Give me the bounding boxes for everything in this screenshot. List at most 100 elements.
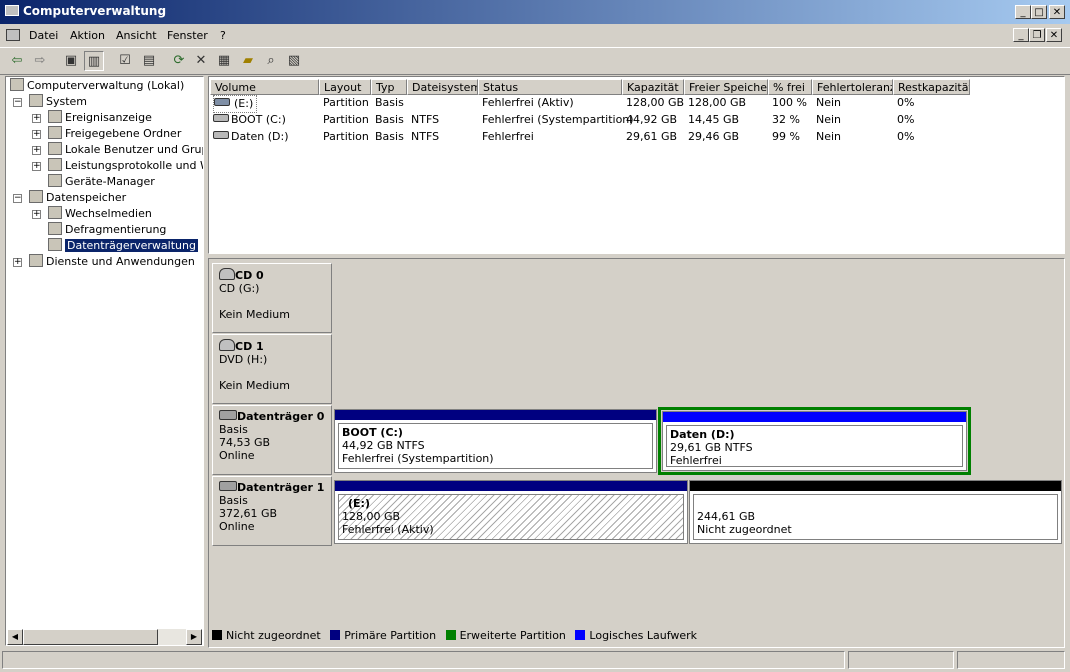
volume-boot-c-body: BOOT (C:) 44,92 GB NTFS Fehlerfrei (Syst… — [338, 423, 653, 469]
collapse-system-button[interactable]: − — [13, 98, 22, 107]
checklist-icon[interactable]: ▦ — [214, 51, 234, 71]
computer-icon — [5, 5, 19, 16]
title-bar[interactable]: Computerverwaltung _ □ ✕ — [0, 0, 1070, 24]
minimize-button[interactable]: _ — [1015, 5, 1031, 19]
tree-item-local-users[interactable]: Lokale Benutzer und Gruppe — [48, 142, 203, 158]
col-fehlertoleranz[interactable]: Fehlertoleranz — [812, 79, 893, 95]
tree-item-performance-logs[interactable]: Leistungsprotokolle und War — [48, 158, 203, 174]
tree-item-removable-media[interactable]: Wechselmedien — [48, 206, 152, 222]
scroll-right-button[interactable]: ▶ — [186, 629, 202, 645]
table-cell: Basis — [375, 113, 404, 126]
expand-services-button[interactable]: + — [13, 258, 22, 267]
event-viewer-icon — [48, 110, 62, 123]
col-layout[interactable]: Layout — [319, 79, 371, 95]
table-cell: Nein — [816, 113, 842, 126]
disk-label-disk0[interactable]: Datenträger 0 Basis 74,53 GB Online — [212, 405, 332, 475]
tree-item-defrag[interactable]: Defragmentierung — [48, 222, 166, 238]
tree-item-ereignisanzeige[interactable]: Ereignisanzeige — [48, 110, 152, 126]
disk-management-icon — [48, 238, 62, 251]
close-button[interactable]: ✕ — [1049, 5, 1065, 19]
status-pane-2 — [848, 651, 954, 669]
table-cell: (E:) — [213, 95, 257, 113]
tree-root[interactable]: Computerverwaltung (Lokal) — [10, 78, 184, 94]
mmc-icon — [6, 29, 20, 41]
table-cell: Fehlerfrei (Systempartition) — [482, 113, 634, 126]
show-tree-icon[interactable]: ▥ — [84, 51, 104, 71]
menu-ansicht[interactable]: Ansicht — [116, 29, 157, 42]
defrag-icon — [48, 222, 62, 235]
expand-users-button[interactable]: + — [32, 146, 41, 155]
scroll-thumb[interactable] — [23, 629, 158, 645]
col-dateisystem[interactable]: Dateisystem — [407, 79, 478, 95]
storage-icon — [29, 190, 43, 203]
child-minimize-button[interactable]: _ — [1013, 28, 1029, 42]
tree-item-storage[interactable]: Datenspeicher — [29, 190, 126, 206]
tree-horizontal-scrollbar[interactable]: ◀ ▶ — [7, 629, 202, 645]
expand-removable-button[interactable]: + — [32, 210, 41, 219]
tree-item-device-manager[interactable]: Geräte-Manager — [48, 174, 155, 190]
properties-icon[interactable]: ☑ — [115, 51, 135, 71]
col-status[interactable]: Status — [478, 79, 622, 95]
col-prozent-frei[interactable]: % frei — [768, 79, 812, 95]
disk-properties-icon[interactable]: ▧ — [284, 51, 304, 71]
toolbar: ⇦ ⇨ ▣ ▥ ☑ ▤ ⟳ ✕ ▦ ▰ ⌕ ▧ — [0, 47, 1070, 75]
removable-media-icon — [48, 206, 62, 219]
disk-area-cd0[interactable] — [333, 263, 1060, 333]
child-restore-button[interactable]: ❐ — [1029, 28, 1045, 42]
disk-label-cd0[interactable]: CD 0 CD (G:) Kein Medium — [212, 263, 332, 333]
maximize-button[interactable]: □ — [1031, 5, 1047, 19]
scroll-left-button[interactable]: ◀ — [7, 629, 23, 645]
col-restkapazitaet[interactable]: Restkapazität — [893, 79, 970, 95]
collapse-storage-button[interactable]: − — [13, 194, 22, 203]
primary-partition-bar — [335, 410, 656, 420]
help-icon[interactable]: ▤ — [139, 51, 159, 71]
col-freier-speicher[interactable]: Freier Speicher — [684, 79, 768, 95]
disk-icon — [213, 131, 229, 139]
legend-item-primary: Primäre Partition — [330, 629, 436, 642]
extended-partition-frame[interactable]: Daten (D:) 29,61 GB NTFS Fehlerfrei — [658, 407, 971, 475]
expand-freigegebene-button[interactable]: + — [32, 130, 41, 139]
menu-aktion[interactable]: Aktion — [70, 29, 105, 42]
col-kapazitaet[interactable]: Kapazität — [622, 79, 684, 95]
primary-partition-bar — [335, 481, 687, 491]
back-arrow-icon[interactable]: ⇦ — [7, 51, 27, 71]
disk-area-cd1[interactable] — [333, 334, 1060, 404]
cd-drive-icon — [219, 339, 235, 351]
table-cell: Nein — [816, 130, 842, 143]
disk-label-disk1[interactable]: Datenträger 1 Basis 372,61 GB Online — [212, 476, 332, 546]
col-volume[interactable]: Volume — [210, 79, 319, 95]
tree-item-system[interactable]: System — [29, 94, 87, 110]
search-icon[interactable]: ⌕ — [261, 51, 281, 71]
volume-boot-c[interactable]: BOOT (C:) 44,92 GB NTFS Fehlerfrei (Syst… — [334, 409, 657, 473]
disk-label-cd1[interactable]: CD 1 DVD (H:) Kein Medium — [212, 334, 332, 404]
open-folder-icon[interactable]: ▰ — [238, 51, 258, 71]
computer-icon — [10, 78, 24, 91]
menu-help[interactable]: ? — [220, 29, 226, 42]
table-cell: 128,00 GB — [688, 96, 747, 109]
expand-performance-button[interactable]: + — [32, 162, 41, 171]
menu-datei[interactable]: Datei — [29, 29, 58, 42]
table-cell: Fehlerfrei — [482, 130, 534, 143]
tree-item-shared-folders[interactable]: Freigegebene Ordner — [48, 126, 181, 142]
volume-e[interactable]: (E:) 128,00 GB Fehlerfrei (Aktiv) — [334, 480, 688, 544]
table-cell: NTFS — [411, 113, 440, 126]
forward-arrow-icon[interactable]: ⇨ — [30, 51, 50, 71]
table-cell: Partition — [323, 130, 369, 143]
child-close-button[interactable]: ✕ — [1046, 28, 1062, 42]
tree-item-services[interactable]: Dienste und Anwendungen — [29, 254, 195, 270]
delete-icon[interactable]: ✕ — [191, 51, 211, 71]
table-cell: 44,92 GB — [626, 113, 678, 126]
refresh-icon[interactable]: ⟳ — [169, 51, 189, 71]
status-pane-3 — [957, 651, 1065, 669]
volume-daten-d[interactable]: Daten (D:) 29,61 GB NTFS Fehlerfrei — [662, 411, 967, 471]
unallocated-space[interactable]: 244,61 GB Nicht zugeordnet — [689, 480, 1062, 544]
table-cell: 32 % — [772, 113, 800, 126]
up-folder-icon[interactable]: ▣ — [61, 51, 81, 71]
table-cell: Fehlerfrei (Aktiv) — [482, 96, 574, 109]
col-typ[interactable]: Typ — [371, 79, 407, 95]
expand-ereignisanzeige-button[interactable]: + — [32, 114, 41, 123]
logical-drive-bar — [663, 412, 966, 422]
users-icon — [48, 142, 62, 155]
tree-item-disk-management[interactable]: Datenträgerverwaltung — [48, 238, 198, 254]
menu-fenster[interactable]: Fenster — [167, 29, 208, 42]
